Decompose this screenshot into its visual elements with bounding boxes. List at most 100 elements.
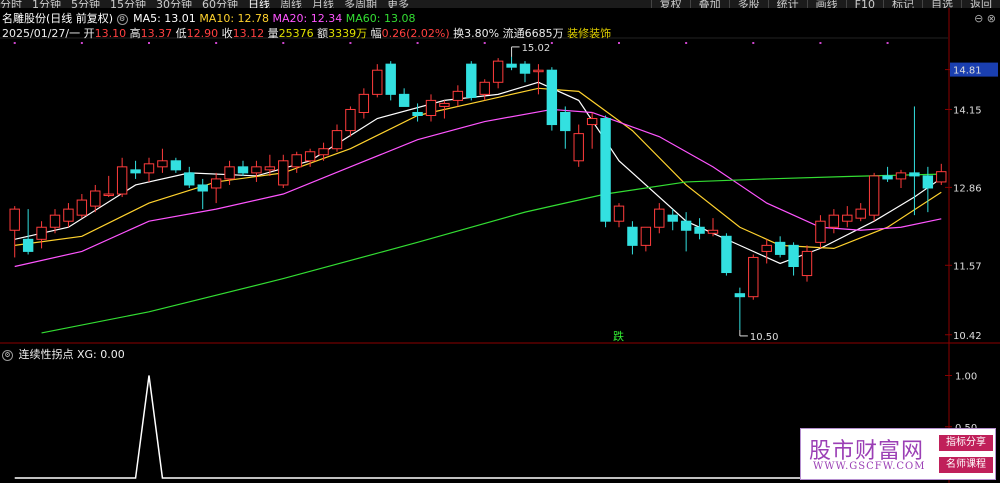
candle (748, 254, 759, 300)
candle-body (63, 208, 74, 222)
low-label: 低 (175, 27, 187, 40)
tool-button-5[interactable]: F10 (845, 0, 883, 8)
candle (882, 166, 893, 182)
watermark-logo: 股市财富网 WWW.GSCFW.COM 指标分享 名师课程 (800, 428, 996, 480)
y-tick-label: 14.81 (953, 66, 982, 77)
candle-body (680, 220, 692, 231)
marker-dot (886, 42, 889, 44)
tool-button-0[interactable]: 复权 (650, 0, 690, 8)
candle-body (425, 99, 437, 117)
candle-body (358, 93, 370, 113)
close-icon[interactable]: ⊗ (987, 12, 996, 25)
marker-dot (148, 42, 150, 44)
candle-body (372, 69, 383, 95)
candle-body (586, 118, 598, 126)
candle-body (761, 244, 772, 252)
tool-button-6[interactable]: 标记 (883, 0, 922, 8)
candle-body (707, 229, 719, 234)
period-tab-0[interactable]: 分时 (0, 0, 22, 8)
candle (466, 61, 477, 101)
marker-dot (282, 42, 285, 44)
period-tab-3[interactable]: 15分钟 (110, 0, 146, 8)
candle-body (533, 69, 544, 73)
open-label: 开 (83, 27, 95, 40)
title-row: 名雕股份(日线 前复权) ⚙ MA5: 13.01 MA10: 12.78 MA… (2, 10, 415, 26)
candle-body (788, 244, 799, 267)
amount-label: 额 (317, 27, 329, 40)
candle-body (291, 154, 302, 168)
period-tab-7[interactable]: 周线 (280, 0, 302, 8)
tool-button-8[interactable]: 返回 (961, 0, 1000, 8)
candle-body (801, 250, 813, 277)
period-tab-4[interactable]: 30分钟 (156, 0, 192, 8)
candle-body (385, 63, 396, 95)
period-tab-8[interactable]: 月线 (312, 0, 334, 8)
close-value: 13.12 (232, 27, 265, 40)
candle (318, 142, 329, 161)
candle-body (412, 111, 423, 117)
candle-body (264, 166, 276, 171)
candle (855, 203, 866, 222)
y-tick-label: 12.86 (953, 183, 982, 194)
settings-icon[interactable]: ⚙ (116, 13, 128, 25)
high-label: 高 (129, 27, 141, 40)
candle (654, 203, 665, 234)
candle (600, 115, 611, 228)
candle (103, 175, 114, 198)
candle-body (936, 171, 947, 183)
annotation-low-label: 10.50 (750, 332, 779, 343)
candle-body (251, 166, 262, 174)
candle-body (492, 60, 504, 83)
period-tab-6[interactable]: 日线 (248, 0, 270, 8)
candle-body (774, 241, 786, 255)
tool-button-3[interactable]: 统计 (767, 0, 807, 8)
candle-body (654, 208, 665, 228)
tool-button-2[interactable]: 多股 (728, 0, 768, 8)
candle (895, 169, 907, 188)
candle (694, 218, 705, 240)
candle-body (76, 199, 88, 216)
sector-label[interactable]: 装修装饰 (567, 27, 611, 40)
change-label: 幅 (370, 27, 382, 40)
candle (184, 166, 195, 188)
indicator-settings-icon[interactable]: ⚙ (2, 349, 13, 361)
candle-body (479, 81, 490, 95)
candle (519, 61, 531, 83)
candle (9, 206, 20, 258)
y-tick-label: 11.57 (953, 261, 982, 272)
candle-body (868, 175, 880, 216)
tool-button-7[interactable]: 自选 (922, 0, 961, 8)
candle-body (439, 102, 450, 107)
period-tab-1[interactable]: 1分钟 (32, 0, 61, 8)
period-tab-2[interactable]: 5分钟 (71, 0, 100, 8)
candle-body (278, 160, 289, 186)
candle (170, 157, 182, 173)
tool-button-1[interactable]: 叠加 (689, 0, 729, 8)
marker-dot (618, 42, 620, 44)
y-tick-label: 14.15 (953, 105, 982, 116)
tool-button-4[interactable]: 画线 (806, 0, 846, 8)
candle (828, 209, 840, 234)
period-tab-9[interactable]: 多周期 (344, 0, 377, 8)
period-tab-10[interactable]: 更多 (387, 0, 409, 8)
candle (533, 64, 544, 95)
candle-body (842, 214, 853, 222)
candle (761, 239, 772, 264)
candle-body (130, 169, 141, 174)
minimize-icon[interactable]: ⊖ (974, 12, 983, 25)
high-value: 13.37 (140, 27, 173, 40)
indicator-header: ⚙ 连续性拐点 XG: 0.00 (2, 346, 125, 362)
candle (452, 85, 464, 107)
signal-label: 跌 (613, 329, 624, 343)
candle-body (748, 256, 759, 298)
period-tab-5[interactable]: 60分钟 (202, 0, 238, 8)
candle-body (170, 160, 182, 171)
quote-date: 2025/01/27/一 (2, 27, 81, 40)
candle-body (49, 214, 61, 228)
candle (210, 172, 222, 204)
candle-body (815, 220, 826, 243)
candle (774, 236, 786, 258)
candle (560, 106, 571, 149)
candle (734, 287, 746, 330)
watermark-tag-course: 名师课程 (939, 457, 993, 473)
